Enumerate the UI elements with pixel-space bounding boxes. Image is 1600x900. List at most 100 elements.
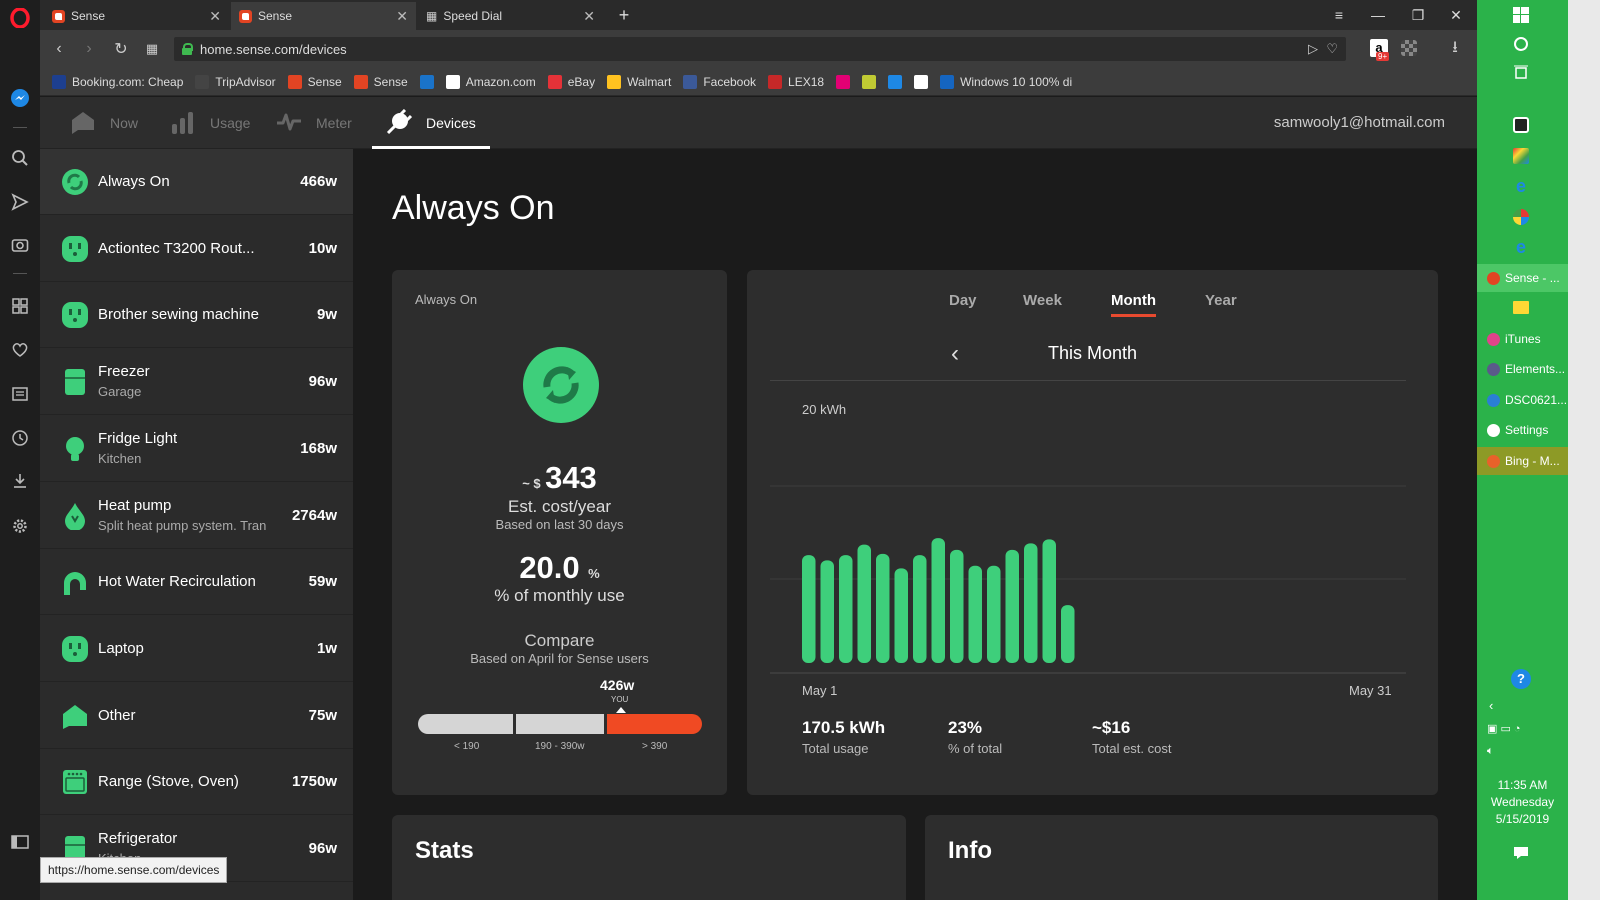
usage-bar[interactable]	[950, 549, 964, 663]
user-email[interactable]: samwooly1@hotmail.com	[1274, 114, 1445, 131]
clock-time[interactable]: 11:35 AM	[1477, 777, 1568, 793]
usage-bar[interactable]	[820, 560, 835, 663]
usage-bar[interactable]	[1061, 605, 1075, 663]
volume-icon[interactable]: 🔈︎	[1487, 745, 1494, 758]
nav-now[interactable]: Now	[70, 97, 138, 149]
settings-icon[interactable]	[8, 514, 32, 538]
taskbar-app[interactable]: iTunes	[1477, 325, 1568, 353]
bookmark-item[interactable]	[836, 74, 856, 89]
download-icon[interactable]: ⭳	[1444, 38, 1466, 60]
usage-bar[interactable]	[1042, 539, 1057, 663]
pinned-app-icon[interactable]	[1510, 145, 1532, 167]
cortana-icon[interactable]	[1510, 33, 1532, 55]
device-row[interactable]: Range (Stove, Oven) 1750w	[40, 749, 353, 816]
tab-sense-2[interactable]: Sense ✕	[231, 2, 416, 30]
camera-icon[interactable]	[8, 233, 32, 257]
device-row[interactable]: Hot Water Recirculation 59w	[40, 549, 353, 616]
tab-menu-icon[interactable]: ≡	[1321, 0, 1357, 30]
pinned-app-icon[interactable]	[1510, 114, 1532, 136]
device-row[interactable]: Actiontec T3200 Rout... 10w	[40, 216, 353, 282]
bookmark-item[interactable]	[914, 74, 934, 89]
period-tab-month[interactable]: Month	[1111, 292, 1156, 317]
bookmark-item[interactable]: LEX18	[768, 74, 824, 89]
notifications-icon[interactable]	[1510, 842, 1532, 864]
tray-icons[interactable]: ▣ ▭ ◔	[1487, 722, 1521, 735]
usage-bar[interactable]	[987, 565, 1001, 663]
downloads-icon[interactable]	[8, 469, 32, 493]
bookmark-item[interactable]: Walmart	[607, 74, 671, 89]
opera-logo-icon[interactable]	[8, 6, 32, 30]
bookmark-item[interactable]	[888, 74, 908, 89]
device-row[interactable]: Heat pump Split heat pump system. Tran 276…	[40, 483, 353, 549]
device-row[interactable]: Other 75w	[40, 683, 353, 749]
url-field[interactable]: home.sense.com/devices ▷ ♡	[174, 37, 1346, 61]
period-tab-year[interactable]: Year	[1205, 292, 1237, 309]
device-row[interactable]: Always On 466w	[40, 149, 353, 215]
pinned-app-icon[interactable]	[1510, 206, 1532, 228]
bookmark-item[interactable]	[419, 74, 440, 89]
clock-day[interactable]: Wednesday	[1477, 794, 1568, 810]
restore-button[interactable]: ❐	[1400, 0, 1436, 30]
usage-bar[interactable]	[1005, 549, 1020, 663]
minimize-button[interactable]: —	[1360, 0, 1396, 30]
usage-bar[interactable]	[894, 568, 909, 663]
windows-start-icon[interactable]	[1510, 4, 1532, 26]
tabs-grid-icon[interactable]: ▦	[141, 38, 163, 60]
device-row[interactable]: Freezer Garage 96w	[40, 349, 353, 416]
new-tab-button[interactable]: +	[606, 0, 642, 30]
heart-icon[interactable]	[8, 338, 32, 362]
device-row[interactable]: Laptop 1w	[40, 616, 353, 682]
usage-bar[interactable]	[876, 553, 890, 663]
search-icon[interactable]	[8, 146, 32, 170]
close-tab-icon[interactable]: ✕	[396, 8, 408, 25]
usage-bar[interactable]	[857, 544, 872, 663]
usage-bar[interactable]	[913, 555, 927, 663]
tray-expand-icon[interactable]: ‹	[1489, 698, 1493, 713]
usage-bar[interactable]	[802, 555, 816, 663]
extension-icon[interactable]	[1401, 40, 1417, 56]
nav-usage[interactable]: Usage	[170, 97, 250, 149]
taskbar-app[interactable]: Sense - ...	[1477, 264, 1568, 292]
reload-icon[interactable]: ↻	[110, 38, 132, 60]
bookmark-heart-icon[interactable]: ♡	[1326, 41, 1338, 57]
bookmark-item[interactable]: TripAdvisor	[195, 74, 276, 89]
close-window-button[interactable]: ✕	[1438, 0, 1474, 30]
usage-bar[interactable]	[1024, 543, 1038, 663]
messenger-icon[interactable]	[8, 86, 32, 110]
device-row[interactable]: Fridge Light Kitchen 168w	[40, 416, 353, 482]
bookmark-item[interactable]	[862, 74, 882, 89]
taskbar-app[interactable]: DSC0621...	[1477, 386, 1568, 414]
nav-devices[interactable]: Devices	[372, 97, 490, 149]
usage-bar[interactable]	[968, 565, 983, 663]
bookmark-item[interactable]: Sense	[353, 74, 408, 89]
bookmark-item[interactable]: eBay	[547, 74, 595, 89]
forward-icon[interactable]: ›	[78, 38, 100, 60]
bookmark-item[interactable]: Windows 10 100% di	[940, 74, 1072, 89]
help-icon[interactable]: ?	[1510, 668, 1532, 690]
sidebar-toggle-icon[interactable]	[8, 830, 32, 854]
task-view-icon[interactable]	[1510, 62, 1532, 84]
taskbar-app[interactable]: Elements...	[1477, 355, 1568, 383]
file-explorer-icon[interactable]	[1510, 296, 1532, 318]
clock-date[interactable]: 5/15/2019	[1477, 811, 1568, 827]
usage-bar[interactable]	[931, 538, 946, 663]
period-tab-week[interactable]: Week	[1023, 292, 1062, 309]
close-tab-icon[interactable]: ✕	[209, 8, 221, 25]
history-icon[interactable]	[8, 426, 32, 450]
speed-dial-icon[interactable]	[8, 294, 32, 318]
nav-meter[interactable]: Meter	[276, 97, 352, 149]
bookmark-item[interactable]: Booking.com: Cheap	[52, 74, 183, 89]
edge-icon[interactable]: e	[1510, 236, 1532, 258]
internet-explorer-icon[interactable]: e	[1510, 175, 1532, 197]
bookmark-item[interactable]: Sense	[287, 74, 342, 89]
bookmark-item[interactable]: Facebook	[683, 74, 756, 89]
usage-bar[interactable]	[839, 555, 853, 663]
period-tab-day[interactable]: Day	[949, 292, 977, 309]
back-icon[interactable]: ‹	[48, 38, 70, 60]
send-icon[interactable]	[8, 190, 32, 214]
tab-speed-dial[interactable]: ▦ Speed Dial ✕	[418, 2, 603, 30]
news-icon[interactable]	[8, 382, 32, 406]
tab-sense-1[interactable]: Sense ✕	[44, 2, 229, 30]
bookmark-item[interactable]: Amazon.com	[445, 74, 536, 89]
taskbar-app[interactable]: Settings	[1477, 416, 1568, 444]
